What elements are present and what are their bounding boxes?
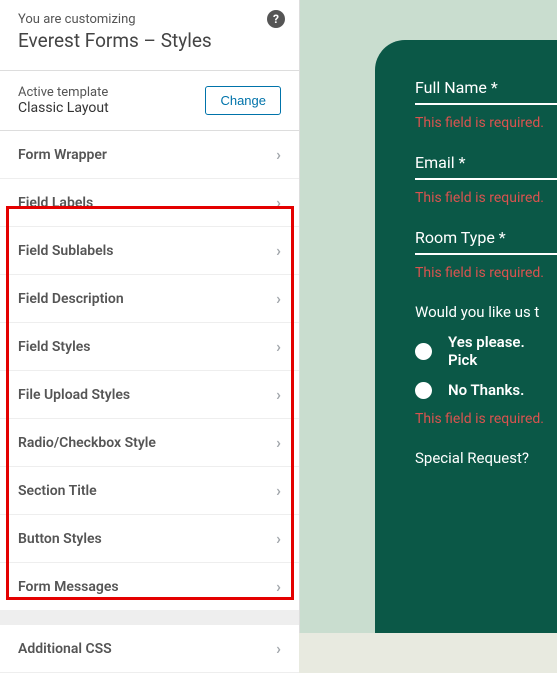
radio-option-yes[interactable]: Yes please. Pick: [415, 333, 557, 369]
menu-item-label: Form Messages: [18, 579, 119, 595]
chevron-right-icon: ›: [276, 289, 281, 308]
settings-menu: Form Wrapper › Field Labels › Field Subl…: [0, 131, 299, 673]
menu-item-label: Field Labels: [18, 195, 93, 211]
menu-item-label: Field Description: [18, 291, 124, 307]
input-underline[interactable]: [415, 178, 557, 180]
change-button[interactable]: Change: [205, 86, 281, 115]
menu-item-form-wrapper[interactable]: Form Wrapper ›: [0, 131, 299, 179]
chevron-right-icon: ›: [276, 639, 281, 658]
radio-label: No Thanks.: [448, 381, 524, 399]
field-label: Email *: [415, 153, 557, 172]
menu-item-label: Button Styles: [18, 531, 102, 547]
chevron-right-icon: ›: [276, 433, 281, 452]
menu-item-button-styles[interactable]: Button Styles ›: [0, 515, 299, 563]
error-message: This field is required.: [415, 115, 557, 131]
error-message: This field is required.: [415, 190, 557, 206]
menu-item-label: Field Sublabels: [18, 243, 114, 259]
header-title: Everest Forms – Styles: [18, 29, 281, 52]
menu-item-label: File Upload Styles: [18, 387, 130, 403]
chevron-right-icon: ›: [276, 529, 281, 548]
template-name: Classic Layout: [18, 100, 109, 116]
field-label: Special Request?: [415, 449, 557, 467]
field-email: Email *: [415, 153, 557, 180]
menu-item-label: Form Wrapper: [18, 147, 107, 163]
menu-item-label: Field Styles: [18, 339, 90, 355]
menu-item-field-labels[interactable]: Field Labels ›: [0, 179, 299, 227]
form-preview-card: Full Name * This field is required. Emai…: [375, 40, 557, 633]
menu-item-form-messages[interactable]: Form Messages ›: [0, 563, 299, 611]
chevron-right-icon: ›: [276, 385, 281, 404]
error-message: This field is required.: [415, 411, 557, 427]
field-full-name: Full Name *: [415, 78, 557, 105]
menu-item-radio-checkbox-style[interactable]: Radio/Checkbox Style ›: [0, 419, 299, 467]
chevron-right-icon: ›: [276, 193, 281, 212]
chevron-right-icon: ›: [276, 241, 281, 260]
radio-label: Yes please. Pick: [448, 333, 557, 369]
input-underline[interactable]: [415, 103, 557, 105]
header-subtitle: You are customizing: [18, 12, 281, 27]
menu-item-file-upload-styles[interactable]: File Upload Styles ›: [0, 371, 299, 419]
radio-option-no[interactable]: No Thanks.: [415, 381, 557, 399]
active-template-box: Active template Classic Layout Change: [0, 71, 299, 131]
customizer-header: You are customizing Everest Forms – Styl…: [0, 0, 299, 71]
customizer-sidebar: You are customizing Everest Forms – Styl…: [0, 0, 300, 633]
radio-icon: [415, 382, 432, 399]
menu-item-field-sublabels[interactable]: Field Sublabels ›: [0, 227, 299, 275]
divider: [0, 611, 299, 625]
help-icon[interactable]: ?: [267, 10, 285, 28]
field-label: Would you like us t: [415, 303, 557, 321]
field-label: Room Type *: [415, 228, 557, 247]
menu-item-field-description[interactable]: Field Description ›: [0, 275, 299, 323]
menu-item-label: Radio/Checkbox Style: [18, 435, 156, 451]
menu-item-section-title[interactable]: Section Title ›: [0, 467, 299, 515]
menu-item-label: Additional CSS: [18, 641, 112, 657]
chevron-right-icon: ›: [276, 481, 281, 500]
input-underline[interactable]: [415, 253, 557, 255]
menu-item-additional-css[interactable]: Additional CSS ›: [0, 625, 299, 673]
preview-pane: Full Name * This field is required. Emai…: [300, 0, 557, 633]
field-label: Full Name *: [415, 78, 557, 97]
chevron-right-icon: ›: [276, 577, 281, 596]
menu-item-field-styles[interactable]: Field Styles ›: [0, 323, 299, 371]
template-label: Active template: [18, 85, 109, 100]
chevron-right-icon: ›: [276, 337, 281, 356]
chevron-right-icon: ›: [276, 145, 281, 164]
menu-item-label: Section Title: [18, 483, 97, 499]
field-room-type: Room Type *: [415, 228, 557, 255]
radio-icon: [415, 343, 432, 360]
error-message: This field is required.: [415, 265, 557, 281]
